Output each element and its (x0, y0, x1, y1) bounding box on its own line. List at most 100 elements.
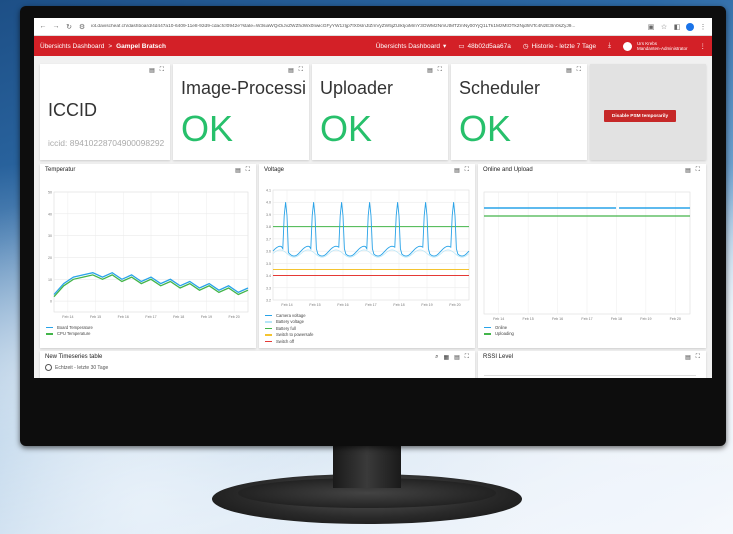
x-tick-label: Feb 19 (640, 317, 651, 321)
screen: ← → ↻ ⚙ iot.davischeaf.ch/dashboard/4d44… (34, 18, 712, 378)
x-tick-label: Feb 20 (229, 315, 240, 319)
scheduler-title: Scheduler (459, 78, 541, 98)
download-button[interactable]: ⤓ (608, 42, 611, 50)
y-tick-label: 30 (48, 234, 52, 238)
history-selector[interactable]: ◷ Historie - letzte 7 Tage (523, 42, 597, 51)
legend-swatch (484, 333, 491, 335)
timeseries-timewindow[interactable]: Echtzeit - letzte 30 Tage (45, 364, 108, 371)
legend-swatch (484, 326, 491, 328)
x-tick-label: Feb 16 (337, 303, 348, 307)
rssi-title: RSSI Level (483, 354, 514, 360)
download-icon: ⤓ (608, 42, 611, 49)
legend-swatch (46, 326, 53, 328)
fullscreen-icon[interactable]: ⛶ (696, 354, 700, 361)
monitor-stand-neck (333, 444, 401, 488)
legend-label: CPU Temperature (57, 331, 91, 337)
app-header: Übersichts Dashboard > Gampel Bratsch Üb… (34, 36, 712, 56)
y-tick-label: 3.7 (266, 237, 271, 241)
history-label: Historie - letzte 7 Tage (531, 42, 597, 50)
star-icon[interactable]: ☆ (660, 23, 668, 31)
x-tick-label: Feb 17 (145, 315, 156, 319)
x-tick-label: Feb 16 (118, 315, 129, 319)
y-tick-label: 3.8 (266, 225, 271, 229)
scheduler-status: OK (459, 108, 512, 149)
fullscreen-icon[interactable]: ⛶ (299, 67, 303, 74)
export-icon[interactable]: ▤ (288, 67, 294, 74)
x-tick-label: Feb 14 (62, 315, 73, 319)
export-icon[interactable]: ▤ (427, 67, 433, 74)
image-processing-card: ▤ ⛶ Image-Processi OK (173, 64, 309, 160)
y-tick-label: 3.6 (266, 250, 271, 254)
fullscreen-icon[interactable]: ⛶ (438, 67, 442, 74)
image-processing-status: OK (181, 108, 234, 149)
x-tick-label: Feb 17 (581, 317, 592, 321)
search-icon[interactable]: ⌕ (435, 354, 438, 361)
dashboard-select[interactable]: Übersichts Dashboard ▾ (376, 42, 447, 51)
y-tick-label: 20 (48, 256, 52, 260)
y-tick-label: 3.4 (266, 274, 271, 278)
x-tick-label: Feb 20 (670, 317, 681, 321)
x-tick-label: Feb 17 (365, 303, 376, 307)
legend-label: Switch off (276, 338, 295, 344)
breadcrumb-root[interactable]: Übersichts Dashboard (40, 43, 104, 50)
breadcrumb-current: Gampel Bratsch (116, 42, 166, 50)
timeseries-title: New Timeseries table (45, 354, 103, 360)
rssi-grid-line (484, 375, 696, 376)
translate-icon[interactable]: ▣ (647, 23, 655, 31)
site-info-icon[interactable]: ⚙ (78, 23, 86, 31)
fullscreen-icon[interactable]: ⛶ (577, 67, 581, 74)
x-tick-label: Feb 19 (201, 315, 212, 319)
y-tick-label: 50 (48, 191, 52, 195)
y-tick-label: 3.2 (266, 299, 271, 303)
columns-icon[interactable]: ▦ (443, 354, 449, 361)
clock-icon (45, 364, 52, 371)
reload-icon[interactable]: ↻ (65, 23, 73, 31)
device-selector[interactable]: ▭ 48b02d5aa67a (458, 42, 511, 51)
temperature-chart: 50 40 30 20 10 0 Feb 14 Feb 15 Feb 16 Feb 17 Feb 1… (48, 191, 249, 319)
bottom-row: New Timeseries table ⌕ ▦ ▤ ⛶ Echtzeit - … (40, 351, 706, 378)
user-menu[interactable]: Urs Krebs Mandanten-Administrator (622, 41, 688, 51)
monitor-bezel: ← → ↻ ⚙ iot.davischeaf.ch/dashboard/4d44… (20, 6, 726, 446)
online-legend: Online Uploading (484, 324, 514, 337)
forward-arrow-icon[interactable]: → (52, 23, 60, 30)
export-icon[interactable]: ▤ (454, 354, 460, 361)
disable-psm-button[interactable]: Disable PSM temporarily (604, 110, 676, 122)
y-tick-label: 40 (48, 212, 52, 216)
x-tick-label: Feb 18 (173, 315, 184, 319)
y-tick-label: 10 (48, 278, 52, 282)
device-id: 48b02d5aa67a (467, 42, 511, 50)
timeseries-panel: New Timeseries table ⌕ ▦ ▤ ⛶ Echtzeit - … (40, 351, 475, 378)
fullscreen-icon[interactable]: ⛶ (465, 354, 469, 361)
address-bar[interactable]: iot.davischeaf.ch/dashboard/4d447a10-640… (91, 24, 642, 29)
export-icon[interactable]: ▤ (685, 354, 691, 361)
y-tick-label: 4.1 (266, 189, 271, 193)
x-tick-label: Feb 15 (309, 303, 320, 307)
voltage-chart: 4.1 4.0 3.9 3.8 3.7 3.6 3.5 3.4 3.3 3.2 Feb 14 Feb … (266, 189, 470, 307)
online-chart: Feb 14 Feb 15 Feb 16 Feb 17 Feb 18 Feb 19 Feb … (483, 191, 691, 321)
device-icon: ▭ (458, 43, 465, 50)
y-tick-label: 3.9 (266, 213, 271, 217)
uploader-status: OK (320, 108, 373, 149)
x-tick-label: Feb 18 (393, 303, 404, 307)
legend-swatch (265, 327, 272, 329)
voltage-panel: Voltage ▤ ⛶ 4.1 4.0 3.9 3.8 3.7 3.6 3.5 3.4 3.3 3.… (259, 164, 475, 348)
fullscreen-icon[interactable]: ⛶ (160, 67, 164, 74)
status-cards-row: ▤ ⛶ ICCID iccid: 89410228704900098292 ▤ ⛶ … (40, 64, 706, 160)
uploader-card: ▤ ⛶ Uploader OK (312, 64, 448, 160)
rssi-panel: RSSI Level ▤ ⛶ (478, 351, 706, 378)
x-tick-label: Feb 19 (421, 303, 432, 307)
x-tick-label: Feb 14 (493, 317, 504, 321)
y-tick-label: 0 (50, 300, 52, 304)
x-tick-label: Feb 15 (90, 315, 101, 319)
header-kebab-icon[interactable]: ⋮ (700, 42, 707, 50)
kebab-icon[interactable]: ⋮ (699, 23, 707, 31)
y-tick-label: 4.0 (266, 201, 271, 205)
extension-icon[interactable]: ◧ (673, 23, 681, 31)
legend-label: Online (495, 324, 508, 330)
iccid-title: ICCID (48, 100, 97, 120)
user-role: Mandanten-Administrator (636, 46, 688, 51)
profile-icon[interactable] (686, 22, 694, 31)
back-arrow-icon[interactable]: ← (39, 23, 47, 30)
export-icon[interactable]: ▤ (566, 67, 572, 74)
export-icon[interactable]: ▤ (149, 67, 155, 74)
